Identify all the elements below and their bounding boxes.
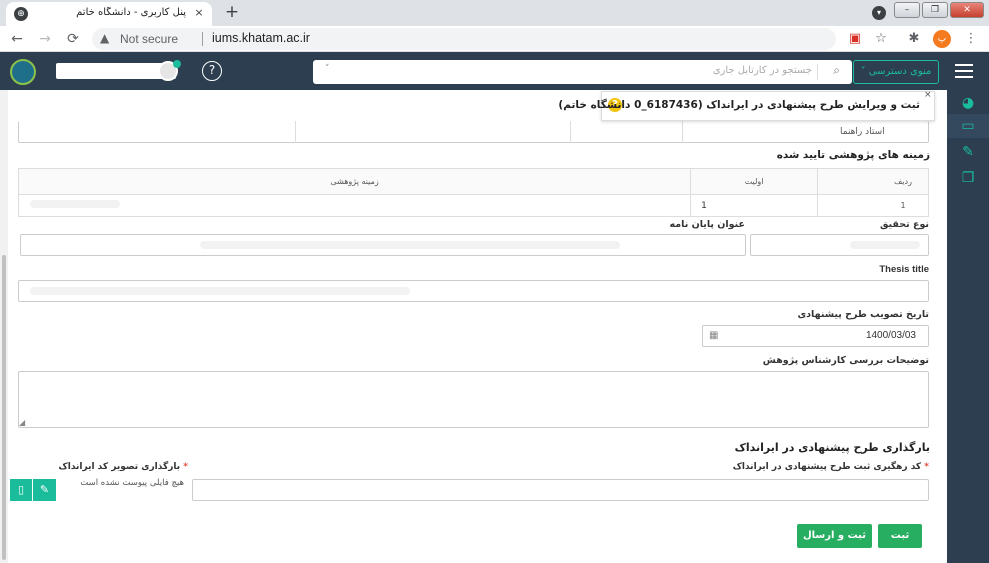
profile-avatar-icon[interactable]: پ	[933, 30, 951, 48]
url-text[interactable]: iums.khatam.ac.ir	[212, 31, 310, 45]
app-header: ? ˅ جستجو در کارتابل جاری ⌕ منوی دسترسی …	[0, 52, 989, 90]
new-tab-button[interactable]: +	[222, 3, 242, 23]
resize-handle-icon[interactable]: ◢	[19, 418, 25, 427]
title-close-icon[interactable]: ×	[924, 90, 932, 100]
table-header-row: زمینه پژوهشی اولیت ردیف	[17, 168, 929, 195]
obscured-text	[200, 241, 620, 249]
file-icon: ▯	[17, 483, 25, 496]
file-view-button[interactable]: ▯	[10, 479, 32, 501]
reload-icon[interactable]: ⟳	[64, 30, 82, 48]
required-mark: *	[924, 462, 929, 472]
edit-icon[interactable]: ✎	[959, 143, 977, 161]
research-type-label: نوع تحقیق	[879, 219, 929, 230]
approval-date-field[interactable]: ▦ 1400/03/03	[702, 325, 929, 347]
search-placeholder: جستجو در کارتابل جاری	[712, 65, 812, 76]
right-sidebar: ◕ ▭ ✎ ❐	[947, 90, 989, 563]
approval-date-label: تاریخ تصویب طرح پیشنهادی	[797, 309, 929, 320]
column-header-field: زمینه پژوهشی	[17, 168, 692, 195]
bookmark-star-icon[interactable]: ☆	[872, 30, 890, 48]
obscured-text	[30, 200, 120, 208]
reviewer-notes-textarea[interactable]: ◢	[18, 371, 929, 428]
approval-date-value: 1400/03/03	[865, 330, 916, 341]
tab-close-icon[interactable]: ×	[192, 6, 206, 20]
page-title: ثبت و ویرایش طرح پیشنهادی در ایرانداک (6…	[558, 99, 920, 111]
cell-priority: 1	[690, 194, 819, 217]
column-header-priority: اولیت	[690, 168, 819, 195]
research-section-title: زمینه های پژوهشی تایید شده	[776, 149, 930, 161]
image-upload-label-text: بارگذاری تصویر کد ایرانداک	[58, 462, 181, 472]
not-secure-label: Not secure	[120, 32, 179, 46]
window-controls: – ❐ ✕	[866, 2, 986, 22]
column-header-row: ردیف	[817, 168, 929, 195]
advisor-divider	[295, 121, 296, 143]
advisor-row	[18, 121, 929, 143]
maximize-icon[interactable]: ❐	[922, 2, 948, 18]
browser-menu-icon[interactable]: ⋮	[962, 30, 980, 48]
cartable-search-input[interactable]: ˅ جستجو در کارتابل جاری ⌕	[313, 60, 852, 84]
back-icon[interactable]: ←	[8, 30, 26, 48]
save-button[interactable]: ثبت	[878, 524, 922, 548]
obscured-text	[30, 287, 410, 295]
tracking-code-field[interactable]	[192, 479, 929, 501]
tracking-code-label: * کد رهگیری ثبت طرح پیشنهادی در ایرانداک	[733, 462, 929, 472]
pie-chart-icon[interactable]: ◕	[959, 94, 977, 112]
upload-section-title: بارگذاری طرح پیشنهادی در ایرانداک	[734, 441, 930, 454]
blocked-popup-icon[interactable]: ▣	[846, 30, 864, 48]
research-fields-table: زمینه پژوهشی اولیت ردیف 1 1	[17, 168, 929, 217]
table-row[interactable]: 1 1	[17, 194, 929, 217]
cell-row-number: 1	[817, 194, 929, 217]
browser-tab-strip: ⊕ پنل کاربری - دانشگاه خاتم × + ▾ – ❐ ✕	[0, 0, 989, 26]
save-and-send-button[interactable]: ثبت و ارسال	[797, 524, 872, 548]
thesis-title-fa-label: عنوان پایان نامه	[669, 219, 745, 230]
window-close-icon[interactable]: ✕	[950, 2, 984, 18]
no-file-attached-text: هیچ فایلی پیوست نشده است	[80, 478, 184, 488]
access-menu-button[interactable]: منوی دسترسی ˅	[853, 60, 939, 84]
scrollbar-thumb[interactable]	[2, 255, 6, 560]
browser-tab[interactable]: ⊕ پنل کاربری - دانشگاه خاتم ×	[6, 2, 212, 26]
thesis-title-en-label: Thesis title	[879, 264, 929, 275]
chevron-down-icon[interactable]: ˅	[325, 64, 330, 74]
minimize-icon[interactable]: –	[894, 2, 920, 18]
hamburger-menu-icon[interactable]	[955, 62, 975, 80]
site-favicon-icon: ⊕	[14, 7, 28, 21]
paperclip-icon: ✎	[39, 483, 50, 496]
calendar-icon[interactable]: ▦	[709, 330, 718, 341]
extensions-puzzle-icon[interactable]: ✱	[905, 30, 923, 48]
document-icon[interactable]: ❐	[959, 169, 977, 187]
tracking-code-label-text: کد رهگیری ثبت طرح پیشنهادی در ایرانداک	[732, 462, 922, 472]
required-mark: *	[183, 462, 188, 472]
page-title-bar: ? ثبت و ویرایش طرح پیشنهادی در ایرانداک …	[558, 90, 935, 121]
warning-icon: ▲	[100, 31, 110, 45]
browser-toolbar: ← → ⟳ ▲ Not secure iums.khatam.ac.ir	[0, 26, 989, 52]
search-divider	[817, 64, 818, 80]
attach-file-button[interactable]: ✎	[32, 479, 56, 501]
advisor-divider	[682, 121, 683, 143]
address-divider	[202, 32, 203, 46]
advisor-divider	[570, 121, 571, 143]
obscured-text	[850, 241, 920, 249]
help-button[interactable]: ?	[202, 61, 222, 81]
forward-icon[interactable]: →	[36, 30, 54, 48]
university-logo-icon[interactable]	[10, 59, 36, 85]
reviewer-notes-label: توضیحات بررسی کارشناس پژوهش	[762, 355, 929, 366]
search-icon[interactable]: ⌕	[833, 63, 840, 78]
address-bar[interactable]: ▲ Not secure iums.khatam.ac.ir	[92, 28, 836, 50]
advisor-label: استاد راهنما	[840, 127, 885, 137]
online-status-icon	[173, 60, 181, 68]
cartable-icon[interactable]: ▭	[959, 117, 977, 135]
browser-tab-title: پنل کاربری - دانشگاه خاتم	[76, 7, 186, 18]
image-upload-label: * بارگذاری تصویر کد ایرانداک	[59, 462, 188, 472]
